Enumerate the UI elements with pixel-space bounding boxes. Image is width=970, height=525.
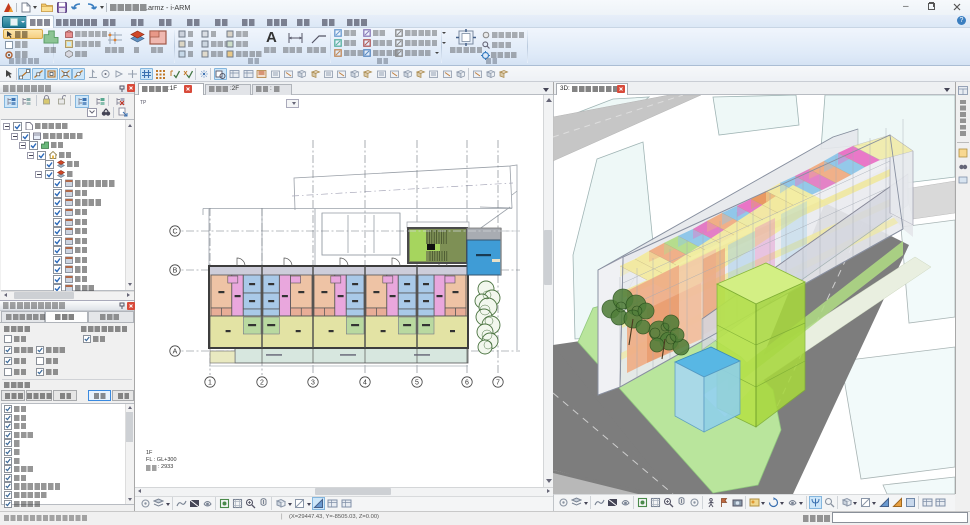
svg-text:A: A bbox=[173, 349, 178, 356]
svg-text:4: 4 bbox=[363, 380, 367, 387]
svg-text:3: 3 bbox=[311, 380, 315, 387]
svg-text:1: 1 bbox=[208, 380, 212, 387]
svg-text:C: C bbox=[172, 229, 177, 236]
svg-text:7: 7 bbox=[496, 380, 500, 387]
svg-text:5: 5 bbox=[415, 380, 419, 387]
svg-text:B: B bbox=[173, 268, 178, 275]
svg-text:2: 2 bbox=[260, 380, 264, 387]
svg-text:6: 6 bbox=[465, 380, 469, 387]
